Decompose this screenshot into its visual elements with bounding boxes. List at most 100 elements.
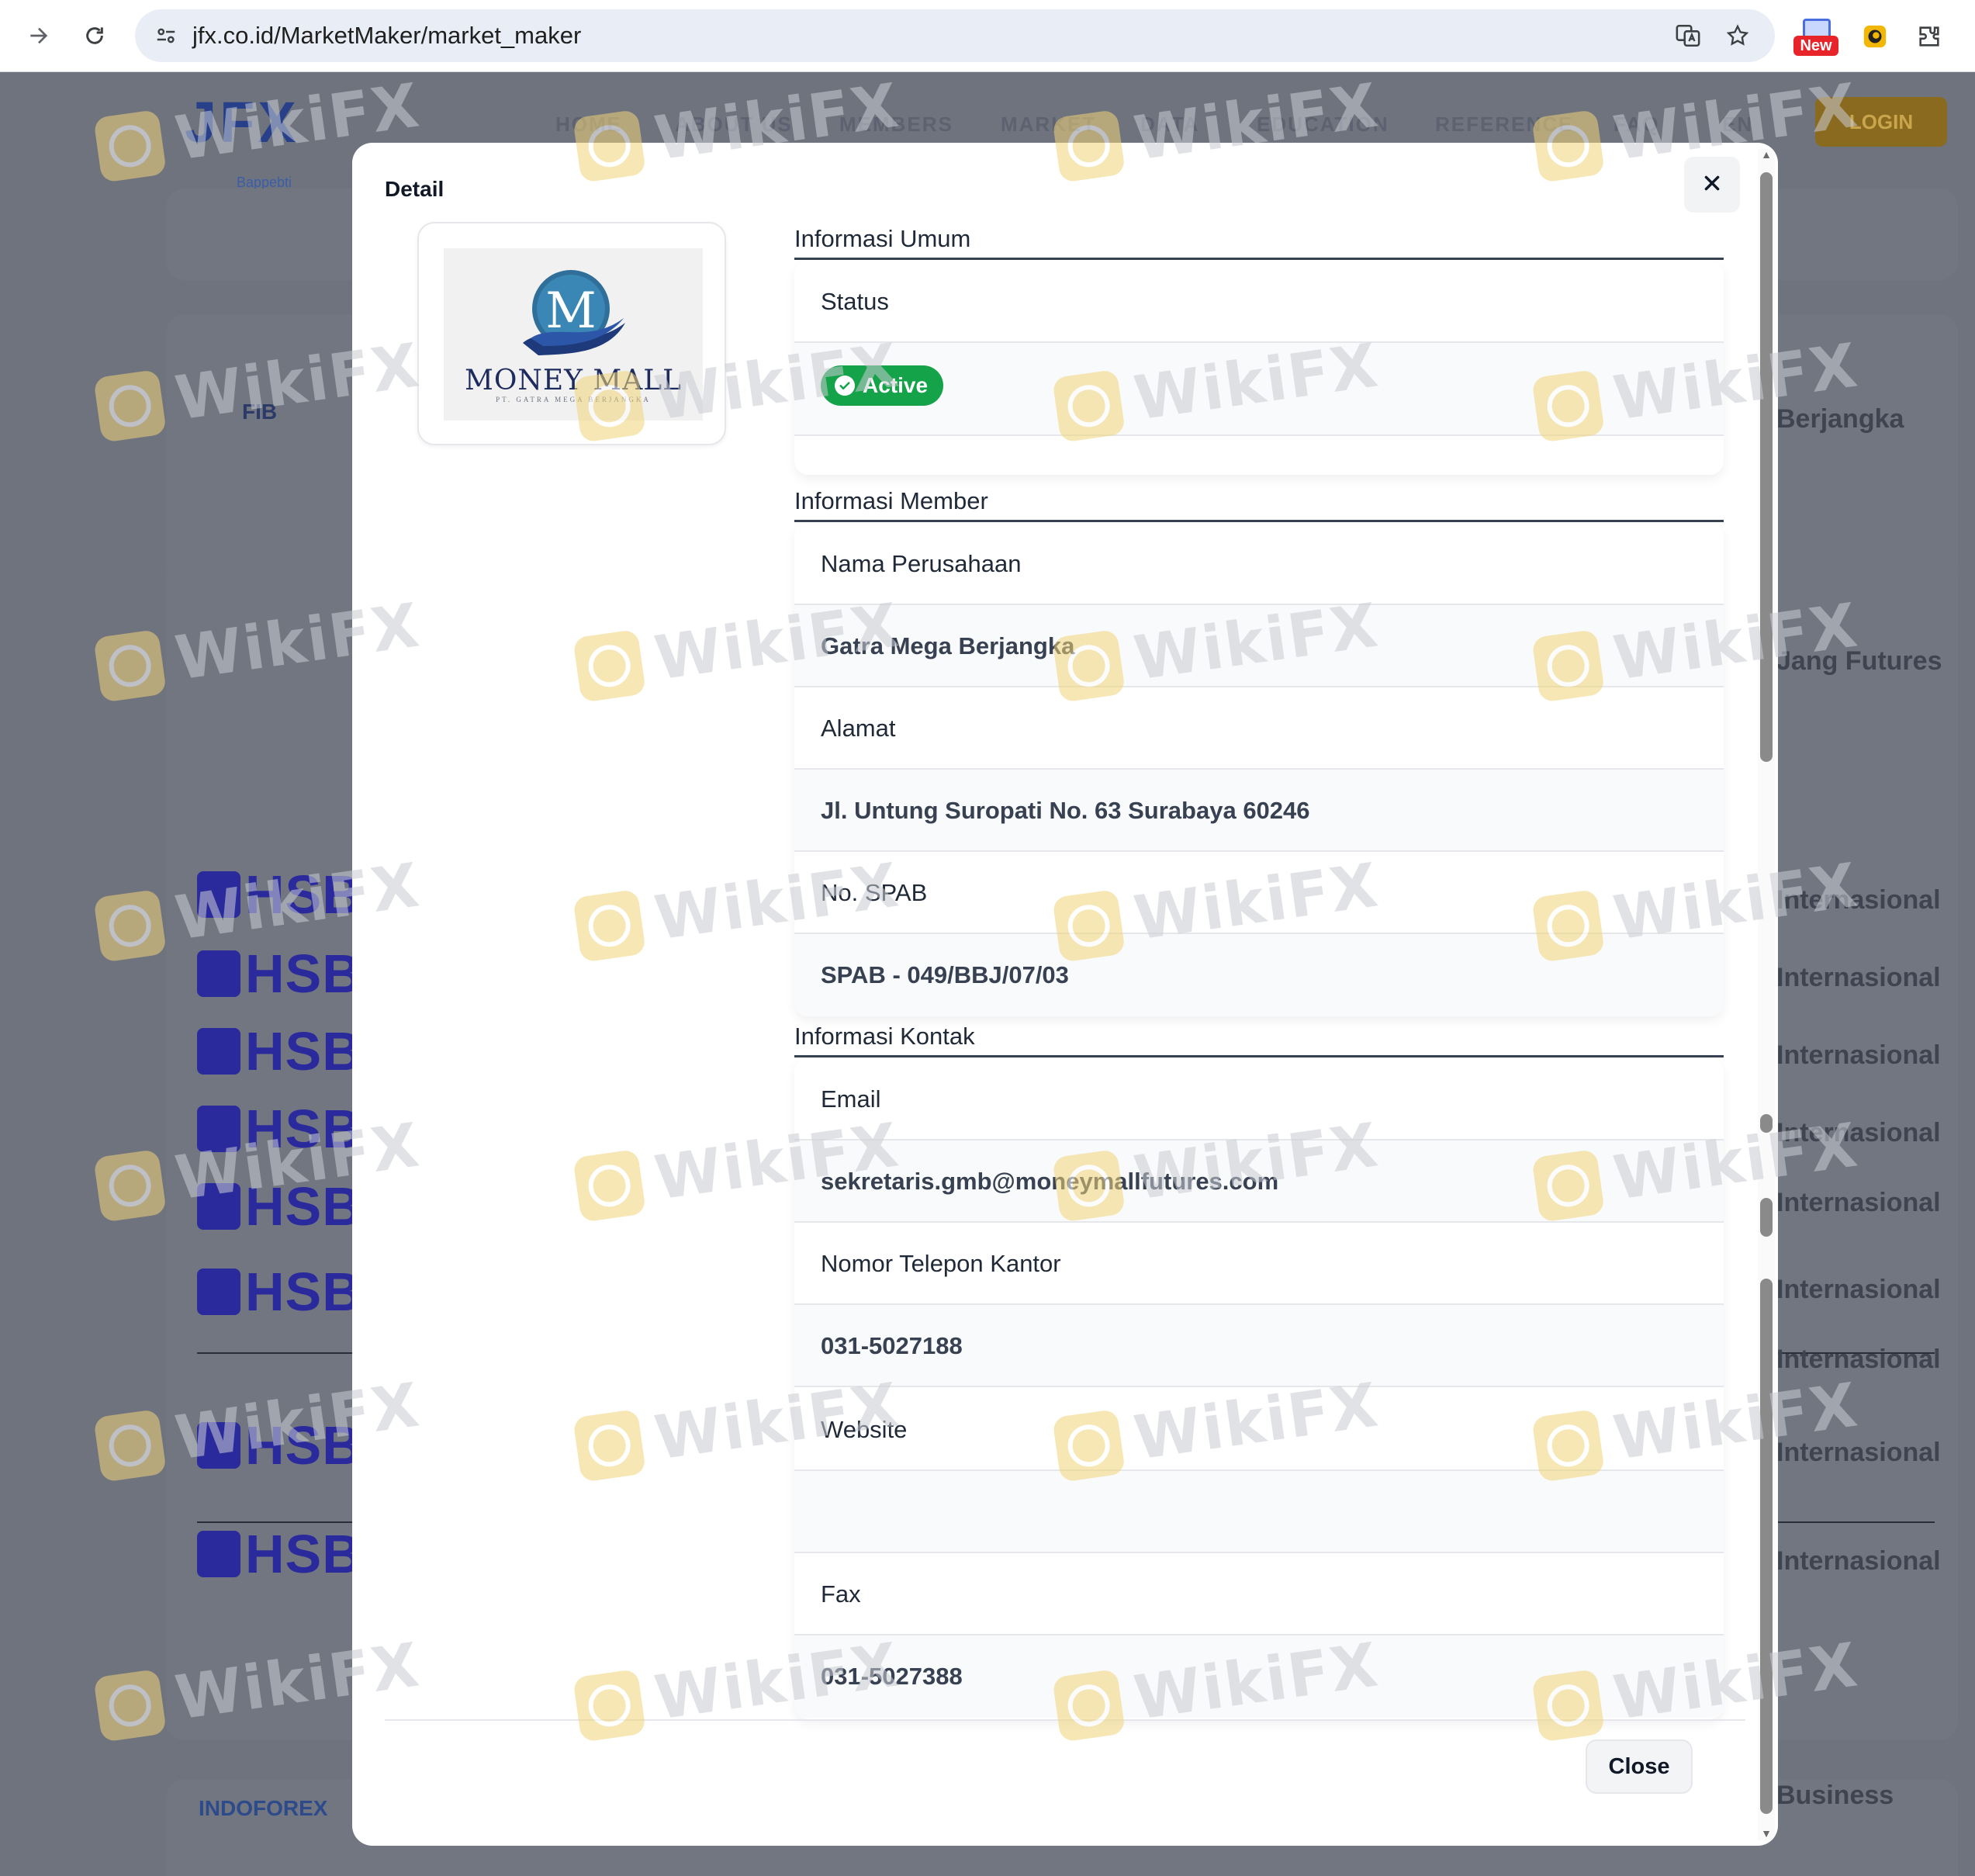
scrollbar-thumb-segment xyxy=(1760,1279,1773,1814)
field-value: Jl. Untung Suropati No. 63 Surabaya 6024… xyxy=(821,797,1310,824)
background-right-label: Internasional xyxy=(1776,885,1941,915)
company-logo: M MONEY MALL PT. GATRA MEGA BERJANGKA xyxy=(444,248,703,421)
row-status-value: Active xyxy=(794,343,1724,436)
modal-title: Detail xyxy=(385,177,444,201)
background-hsb-logo: HSB xyxy=(197,1175,362,1237)
background-right-label: Internasional xyxy=(1776,1275,1941,1304)
section-title-umum: Informasi Umum xyxy=(794,225,1724,260)
scrollbar-thumb[interactable] xyxy=(1760,172,1773,762)
menu-faq[interactable]: FAQ xyxy=(1614,112,1659,137)
close-x-button[interactable] xyxy=(1684,157,1740,213)
hsb-label: HSB xyxy=(245,1524,362,1584)
menu-reference[interactable]: REFERENCE xyxy=(1435,112,1573,137)
background-hsb-logo: HSB xyxy=(197,1261,362,1323)
field-value: 031-5027388 xyxy=(821,1663,963,1690)
browser-toolbar: jfx.co.id/MarketMaker/market_maker New xyxy=(0,0,1975,72)
extensions-puzzle-icon[interactable] xyxy=(1910,17,1949,56)
address-bar[interactable]: jfx.co.id/MarketMaker/market_maker xyxy=(135,9,1775,62)
row-label: Nomor Telepon Kantor xyxy=(794,1223,1724,1305)
row-label: Fax xyxy=(794,1553,1724,1635)
panel-kontak: Email sekretaris.gmb@moneymallfutures.co… xyxy=(794,1058,1724,1719)
detail-modal: Detail M MONEY MALL PT. GATRA MEGA BERJA… xyxy=(352,143,1778,1846)
background-right-label: Jang Futures xyxy=(1776,646,1942,676)
scroll-up-arrow-icon[interactable]: ▲ xyxy=(1760,149,1773,160)
row-value: 031-5027388 xyxy=(794,1635,1724,1718)
logo-letter: M xyxy=(545,282,597,340)
row-status-label: Status xyxy=(794,261,1724,343)
field-label: Fax xyxy=(821,1580,861,1608)
logo-name: MONEY MALL xyxy=(464,365,683,396)
row-label: Alamat xyxy=(794,687,1724,770)
row-value: SPAB - 049/BBJ/07/03 xyxy=(794,934,1724,1016)
status-text: Active xyxy=(863,373,929,397)
background-right-label: Internasional xyxy=(1776,1040,1941,1070)
close-button[interactable]: Close xyxy=(1586,1739,1693,1794)
row-value: sekretaris.gmb@moneymallfutures.com xyxy=(794,1140,1724,1223)
check-circle-icon xyxy=(835,376,855,396)
background-right-label: Internasional xyxy=(1776,1188,1941,1217)
extension-icon[interactable] xyxy=(1856,17,1894,56)
scroll-down-arrow-icon[interactable]: ▼ xyxy=(1760,1828,1773,1839)
menu-data[interactable]: DATA xyxy=(1140,112,1199,137)
background-hsb-logo: HSB xyxy=(197,1020,362,1082)
url-text[interactable]: jfx.co.id/MarketMaker/market_maker xyxy=(192,9,581,62)
site-settings-icon[interactable] xyxy=(149,19,183,53)
extension-new-icon[interactable]: New xyxy=(1793,19,1838,57)
panel-member: Nama Perusahaan Gatra Mega Berjangka Ala… xyxy=(794,523,1724,1016)
row-value: Jl. Untung Suropati No. 63 Surabaya 6024… xyxy=(794,770,1724,852)
hsb-label: HSB xyxy=(245,1099,362,1159)
jfx-logo: JFX xyxy=(185,90,299,154)
row-label: No. SPAB xyxy=(794,852,1724,934)
logo-tagline: PT. GATRA MEGA BERJANGKA xyxy=(496,396,651,403)
scrollbar-thumb-segment xyxy=(1760,1114,1773,1133)
background-brand-fib: FIB xyxy=(242,400,278,424)
background-right-label: Internasional xyxy=(1776,1345,1941,1374)
company-logo-card: M MONEY MALL PT. GATRA MEGA BERJANGKA xyxy=(417,222,726,445)
field-label: Website xyxy=(821,1416,908,1443)
section-title-kontak: Informasi Kontak xyxy=(794,1023,1724,1057)
field-value: Gatra Mega Berjangka xyxy=(821,632,1075,659)
modal-scrollbar[interactable]: ▲ ▼ xyxy=(1758,149,1775,1840)
menu-language[interactable]: EN xyxy=(1722,112,1753,137)
row-label: Website xyxy=(794,1389,1724,1471)
field-label: Nama Perusahaan xyxy=(821,550,1022,577)
row-label: Nama Perusahaan xyxy=(794,523,1724,605)
background-hsb-logo: HSB xyxy=(197,943,362,1005)
row-label: Email xyxy=(794,1058,1724,1140)
row-value: Gatra Mega Berjangka xyxy=(794,605,1724,687)
background-right-label: Internasional xyxy=(1776,1118,1941,1147)
forward-icon[interactable] xyxy=(20,17,57,54)
menu-about[interactable]: ABOUT US xyxy=(675,112,793,137)
hsb-label: HSB xyxy=(245,1176,362,1237)
background-hsb-logo: HSB xyxy=(197,1098,362,1160)
background-brand-indoforex: INDOFOREX xyxy=(199,1796,328,1820)
background-hsb-logo: HSB xyxy=(197,1523,362,1585)
background-right-label: Business xyxy=(1776,1781,1894,1810)
field-label: No. SPAB xyxy=(821,879,928,906)
hsb-label: HSB xyxy=(245,1415,362,1476)
background-hsb-logo: HSB xyxy=(197,1414,362,1476)
new-badge-label: New xyxy=(1793,36,1838,56)
status-label: Status xyxy=(821,288,889,315)
translate-icon[interactable] xyxy=(1672,20,1703,51)
field-value: 031-5027188 xyxy=(821,1332,963,1359)
background-right-label: Internasional xyxy=(1776,963,1941,992)
field-label: Alamat xyxy=(821,715,896,742)
background-hsb-logo: HSB xyxy=(197,864,362,926)
menu-education[interactable]: EDUCATION xyxy=(1257,112,1389,137)
modal-footer-divider xyxy=(385,1719,1745,1721)
money-mall-emblem: M xyxy=(523,270,625,355)
row-value: 031-5027188 xyxy=(794,1305,1724,1387)
menu-members[interactable]: MEMBERS xyxy=(839,112,953,137)
field-value: sekretaris.gmb@moneymallfutures.com xyxy=(821,1168,1279,1195)
reload-icon[interactable] xyxy=(76,17,113,54)
row-value xyxy=(794,1471,1724,1553)
menu-home[interactable]: HOME xyxy=(555,112,622,137)
field-label: Email xyxy=(821,1085,881,1113)
hsb-label: HSB xyxy=(245,864,362,925)
menu-market[interactable]: MARKET xyxy=(1001,112,1096,137)
login-button[interactable]: LOGIN xyxy=(1815,97,1947,147)
background-right-label: Internasional xyxy=(1776,1546,1941,1576)
background-right-label: Berjangka xyxy=(1776,404,1904,434)
bookmark-star-icon[interactable] xyxy=(1722,20,1753,51)
